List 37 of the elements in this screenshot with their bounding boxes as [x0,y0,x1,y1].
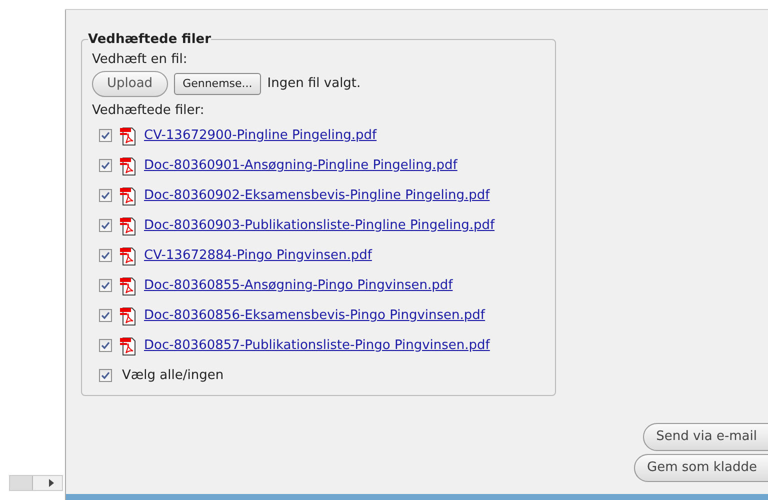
file-link[interactable]: Doc-80360902-Eksamensbevis-Pingline Pingeling.pdf [144,186,490,206]
file-link[interactable]: Doc-80360903-Publikationsliste-Pingline Pingeling.pdf [144,216,495,236]
file-link[interactable]: Doc-80360901-Ansøgning-Pingline Pingeling.pdf [144,156,458,176]
action-button[interactable]: Send via e-mail [643,423,768,451]
checkbox[interactable] [99,219,112,232]
checkbox[interactable] [99,249,112,262]
scroll-right-icon[interactable] [49,479,54,487]
file-link[interactable]: Doc-80360856-Eksamensbevis-Pingo Pingvinsen.pdf [144,306,486,326]
action-button[interactable]: Gem som kladde [634,454,768,482]
browse-button[interactable]: Gennemse... [174,73,262,95]
checkbox[interactable] [99,189,112,202]
pdf-file-icon [118,186,138,206]
horizontal-scrollbar[interactable] [9,475,63,491]
checkbox[interactable] [99,369,112,382]
pdf-file-icon [118,156,138,176]
pdf-file-icon [118,276,138,296]
file-link[interactable]: Doc-80360855-Ansøgning-Pingo Pingvinsen.pdf [144,276,453,296]
select-all-label: Vælg alle/ingen [122,366,224,385]
pdf-file-icon [118,336,138,356]
scrollbar-thumb[interactable] [10,476,33,490]
checkbox[interactable] [99,309,112,322]
pdf-file-icon [118,216,138,236]
pdf-file-icon [118,306,138,326]
checkbox[interactable] [99,279,112,292]
no-file-text: Ingen fil valgt. [267,75,361,94]
file-link[interactable]: CV-13672900-Pingline Pingeling.pdf [144,126,377,146]
pdf-file-icon [118,246,138,266]
pdf-file-icon [118,126,138,146]
checkbox[interactable] [99,129,112,142]
panel-title: Vedhæftede filer [88,31,212,49]
file-link[interactable]: CV-13672884-Pingo Pingvinsen.pdf [144,246,372,266]
upload-button[interactable]: Upload [92,71,168,97]
checkbox[interactable] [99,339,112,352]
attached-files-label: Vedhæftede filer: [92,102,206,120]
checkbox[interactable] [99,159,112,172]
file-link[interactable]: Doc-80360857-Publikationsliste-Pingo Pingvinsen.pdf [144,336,490,356]
attach-label: Vedhæft en fil: [92,50,188,68]
